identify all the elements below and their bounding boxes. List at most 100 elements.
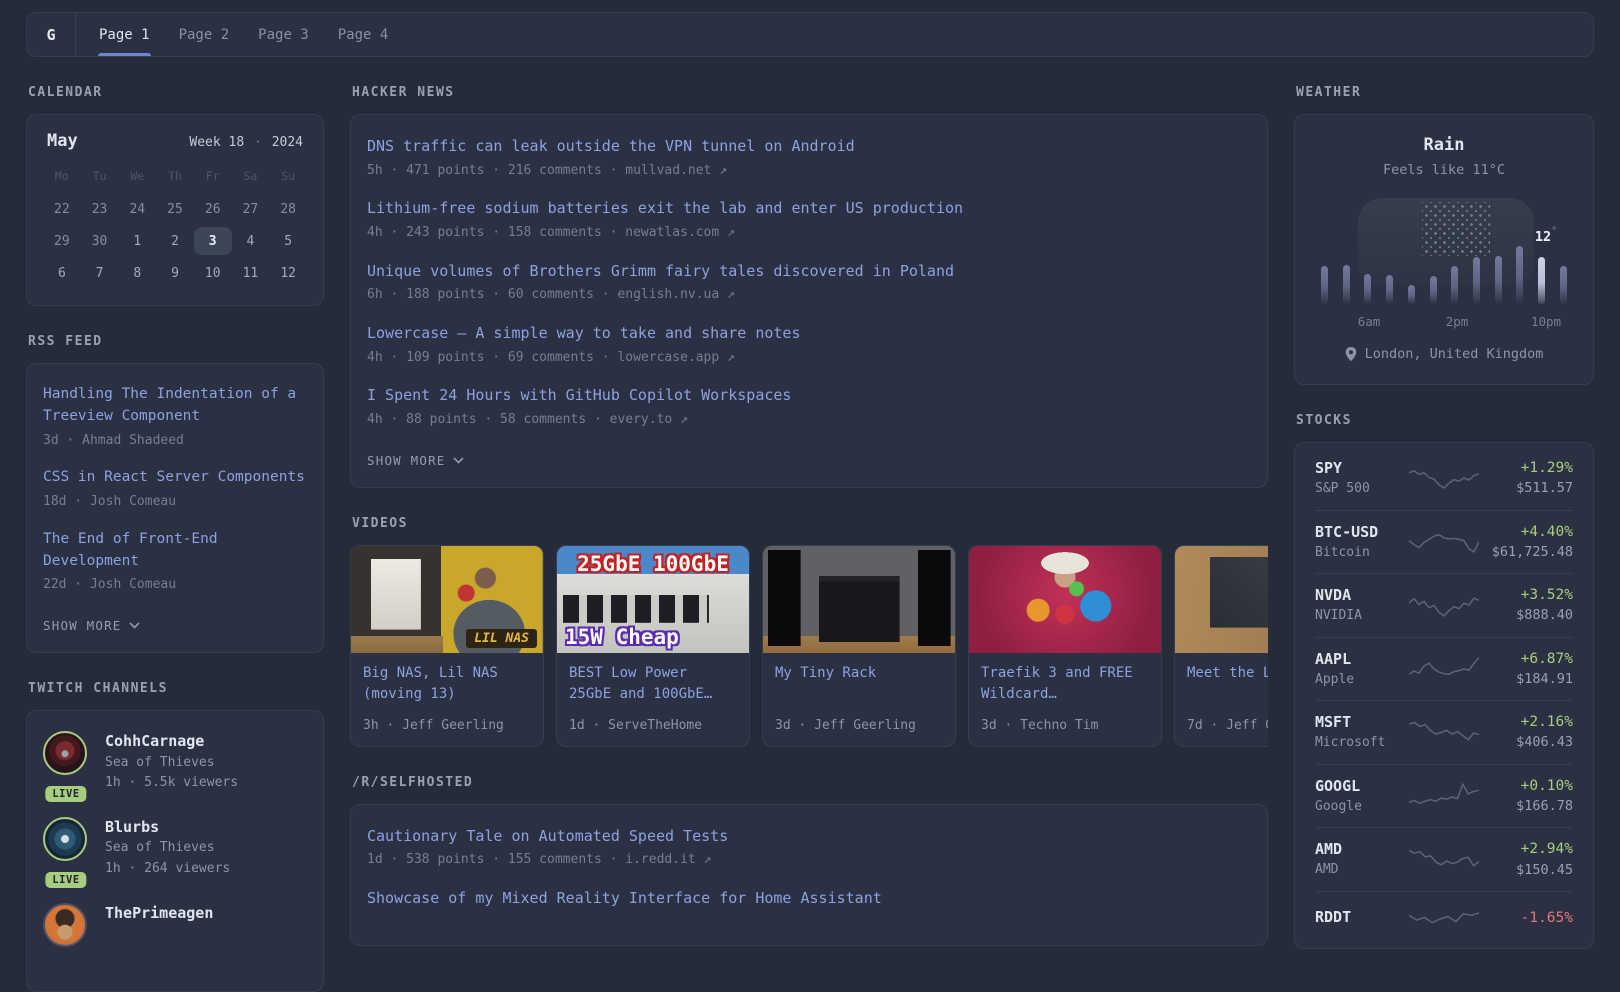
calendar-day: 6 [57,265,66,281]
stock-row[interactable]: NVDA NVIDIA +3.52% $888.40 [1315,573,1573,637]
stock-row[interactable]: MSFT Microsoft +2.16% $406.43 [1315,700,1573,764]
calendar-day: 24 [129,201,146,217]
stock-name: Apple [1315,671,1355,687]
video-title: Big NAS, Lil NAS (moving 13) [363,664,498,702]
weather-bar [1473,257,1481,304]
stock-sparkline [1409,470,1479,490]
article-link[interactable]: I Spent 24 Hours with GitHub Copilot Wor… [367,384,1251,407]
calendar-day: 30 [91,233,108,249]
channel-game: Sea of Thieves [105,754,215,770]
list-item: Lowercase – A simple way to take and sha… [367,322,1251,367]
weather-bar [1364,274,1372,304]
weather-hourly-chart: 12° [1318,198,1570,304]
time-label: 6am [1357,314,1381,329]
calendar-day: 5 [284,233,293,249]
weather-bar [1538,257,1546,304]
article-meta: 4h · 88 points · 58 comments · every.to … [367,411,688,427]
calendar-month: May [47,131,78,151]
article-link[interactable]: DNS traffic can leak outside the VPN tun… [367,135,1251,158]
stock-row[interactable]: SPY S&P 500 +1.29% $511.57 [1315,447,1573,510]
twitch-channel-row[interactable]: LIVE Blurbs Sea of Thieves 1h · 264 viewers [43,817,307,889]
show-more-button[interactable]: SHOW MORE [367,453,464,468]
app-logo[interactable]: G [27,13,75,56]
article-link[interactable]: Handling The Indentation of a Treeview C… [43,384,307,428]
calendar-day: 4 [246,233,255,249]
stock-quote: +4.40% $61,725.48 [1479,522,1573,563]
video-meta: 1d · ServeTheHome [569,717,703,733]
calendar-week-year: Week 18 · 2024 [189,135,303,150]
tab-page-2[interactable]: Page 2 [178,13,231,56]
stock-name: NVIDIA [1315,608,1362,624]
calendar-day: 7 [95,265,104,281]
weekday-label: Mo [54,169,69,183]
stock-id: RDDT [1315,907,1409,928]
video-card[interactable]: 25GbE 100GbE 15W Cheap BEST Low Power 25Gb… [556,544,750,747]
video-thumbnail: 25GbE 100GbE 15W Cheap [557,545,749,653]
stock-row[interactable]: BTC-USD Bitcoin +4.40% $61,725.48 [1315,509,1573,574]
videos-widget: VIDEOS LIL NAS Big NAS, Lil NAS (moving 1… [350,516,1268,747]
stock-sparkline [1409,597,1479,618]
list-item: Lithium-free sodium batteries exit the l… [367,197,1251,242]
article-meta: 1d · 538 points · 155 comments · i.redd.… [367,852,712,868]
twitch-card: LIVE CohhCarnage Sea of Thieves 1h · 5.5k v… [26,710,324,992]
calendar-day: 29 [54,233,70,249]
channel-game: Sea of Thieves [105,840,215,856]
article-link[interactable]: Cautionary Tale on Automated Speed Tests [367,825,1251,848]
dashboard: CALENDAR May Week 18 · 2024 Mo Tu We Th Fr Sa… [26,85,1594,992]
stock-row[interactable]: AMD AMD +2.94% $150.45 [1315,827,1573,891]
stock-change: +4.40% [1520,523,1573,540]
stock-id: GOOGL Google [1315,776,1409,817]
video-card[interactable]: My Tiny Rack 3d · Jeff Geerling [762,544,956,747]
video-card[interactable]: LIL NAS Big NAS, Lil NAS (moving 13) 3h · … [350,544,544,747]
stock-change: +6.87% [1520,650,1573,667]
article-link[interactable]: Showcase of my Mixed Reality Interface f… [367,887,1251,910]
show-more-button[interactable]: SHOW MORE [43,618,140,633]
show-more-label: SHOW MORE [43,618,122,634]
article-link[interactable]: Lithium-free sodium batteries exit the l… [367,197,1251,220]
video-card[interactable]: FAS Meet the Linux Clu 7d · Jeff Geerling [1174,544,1268,747]
tab-page-1[interactable]: Page 1 [98,13,151,56]
stock-change: +2.94% [1520,841,1573,858]
stock-name: Bitcoin [1315,544,1370,560]
live-badge: LIVE [45,786,87,803]
chevron-down-icon [452,457,464,464]
stock-id: SPY S&P 500 [1315,458,1409,499]
stock-price: $150.45 [1516,861,1573,878]
rss-widget-title: RSS FEED [28,334,103,349]
channel-viewers: 1h · 5.5k viewers [105,775,239,791]
stock-id: BTC-USD Bitcoin [1315,522,1409,563]
weather-widget-title: WEATHER [1296,85,1362,100]
stock-change: +3.52% [1520,587,1573,604]
reddit-widget-title: /R/SELFHOSTED [352,774,474,790]
weekday-label: Tu [92,169,107,183]
channel-name: CohhCarnage [105,732,205,751]
reddit-card: Cautionary Tale on Automated Speed Tests… [350,803,1268,946]
channel-name: ThePrimeagen [105,904,214,923]
article-link[interactable]: Lowercase – A simple way to take and sha… [367,322,1251,345]
video-thumbnail: FAS [1175,545,1268,653]
calendar-weekday-row: Mo Tu We Th Fr Sa Su [43,167,307,185]
stock-name: S&P 500 [1315,481,1370,497]
article-meta: 18d · Josh Comeau [43,494,177,510]
article-link[interactable]: The End of Front-End Development [43,529,307,573]
stock-row[interactable]: RDDT -1.65% [1315,890,1573,944]
stock-row[interactable]: AAPL Apple +6.87% $184.91 [1315,636,1573,701]
tab-page-4[interactable]: Page 4 [337,13,390,56]
video-meta: 3d · Jeff Geerling [775,717,916,733]
twitch-channel-row[interactable]: ThePrimeagen [43,903,307,948]
avatar [43,731,87,776]
stock-row[interactable]: GOOGL Google +0.10% $166.78 [1315,763,1573,828]
article-meta: 5h · 471 points · 216 comments · mullvad… [367,162,728,178]
center-column: HACKER NEWS DNS traffic can leak outside… [350,85,1268,946]
video-card[interactable]: Traefik 3 and FREE Wildcard… 3d · Techno … [968,544,1162,747]
stock-sparkline [1409,533,1479,553]
article-link[interactable]: CSS in React Server Components [43,467,307,489]
tab-page-3[interactable]: Page 3 [257,13,310,56]
reddit-widget: /R/SELFHOSTED Cautionary Tale on Automat… [350,775,1268,946]
article-link[interactable]: Unique volumes of Brothers Grimm fairy t… [367,260,1251,283]
calendar-day: 25 [167,201,183,217]
twitch-channel-row[interactable]: LIVE CohhCarnage Sea of Thieves 1h · 5.5k v… [43,731,307,803]
channel-info: ThePrimeagen [105,903,213,947]
weekday-label: Su [281,169,296,183]
list-item: I Spent 24 Hours with GitHub Copilot Wor… [367,384,1251,429]
